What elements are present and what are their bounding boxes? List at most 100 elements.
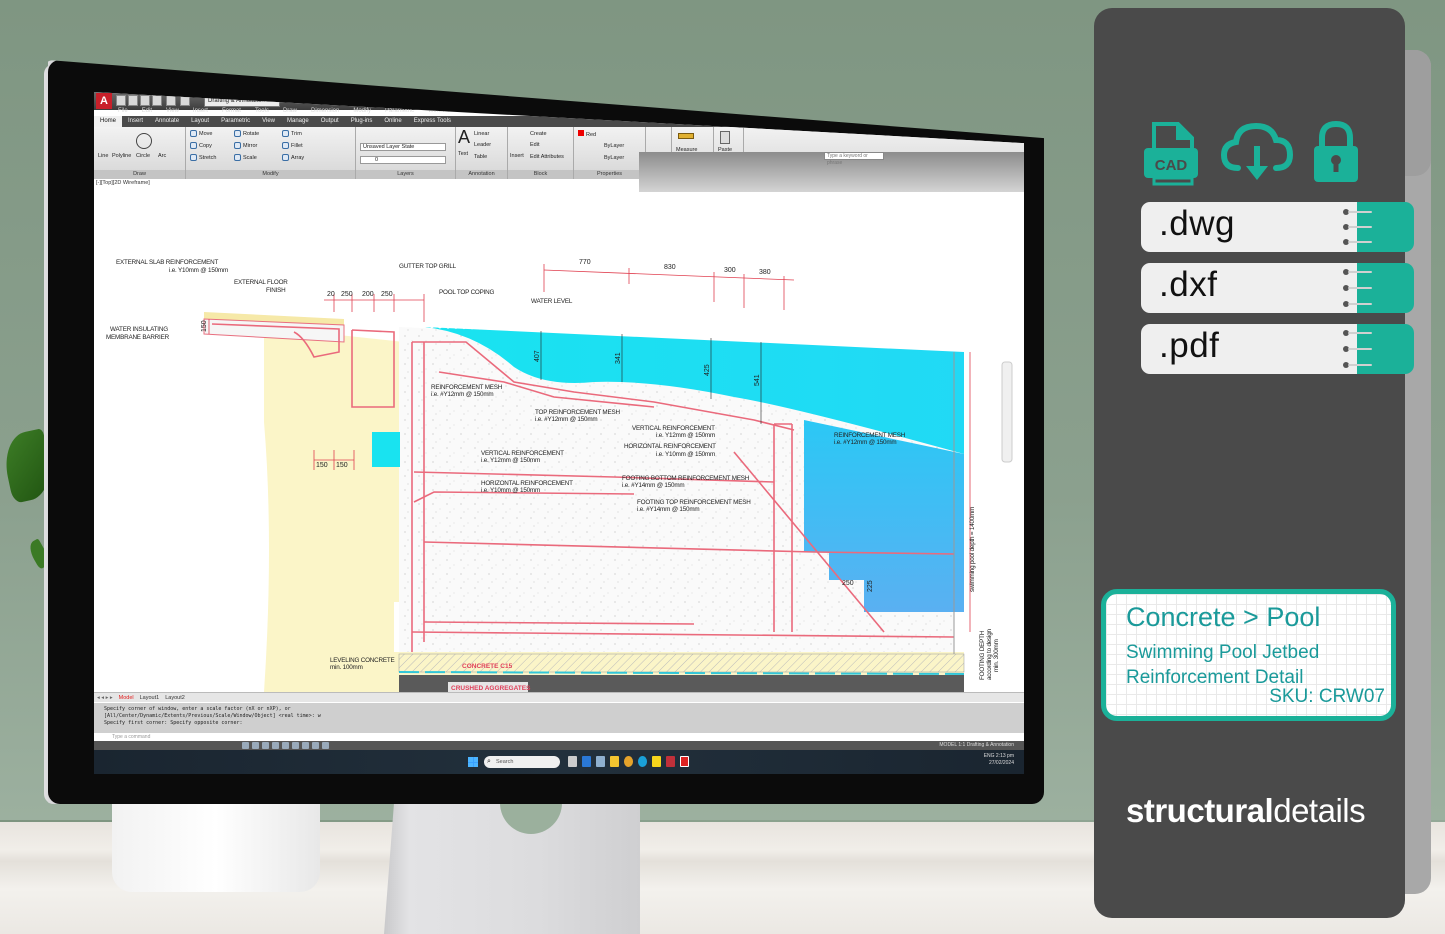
tool-text[interactable]: Text [458, 151, 468, 157]
label-mesh-spec: i.e. #Y12mm @ 150mm [431, 391, 493, 398]
panel-title[interactable]: Modify [186, 170, 355, 179]
tool-mirror[interactable]: Mirror [234, 142, 257, 149]
label-aggregates: CRUSHED AGGREGATES [451, 685, 531, 692]
ducs-icon[interactable] [302, 742, 309, 749]
panel-title[interactable]: Draw [94, 170, 185, 179]
new-icon[interactable] [116, 95, 126, 106]
tab-output[interactable]: Output [315, 116, 345, 127]
save-icon[interactable] [140, 95, 150, 106]
command-history-line: Specify first corner: Specify opposite c… [104, 720, 243, 726]
text-icon[interactable]: A [458, 127, 470, 148]
task-view-icon[interactable] [568, 756, 577, 767]
circle-icon[interactable] [136, 133, 152, 149]
file-explorer-icon[interactable] [610, 756, 619, 767]
edge-icon[interactable] [638, 756, 647, 767]
help-search-input[interactable]: Type a keyword or phrase [824, 152, 884, 166]
tab-plugins[interactable]: Plug-ins [345, 116, 379, 127]
paste-icon[interactable] [720, 131, 730, 144]
tool-rotate[interactable]: Rotate [234, 130, 259, 137]
sticky-notes-icon[interactable] [652, 756, 661, 767]
ortho-icon[interactable] [262, 742, 269, 749]
tab-layout[interactable]: Layout [185, 116, 215, 127]
language[interactable]: ENG [984, 753, 995, 759]
panel-title[interactable]: Properties [574, 170, 645, 179]
outlook-icon[interactable] [582, 756, 591, 767]
tool-copy[interactable]: Copy [190, 142, 212, 149]
tool-table[interactable]: Table [474, 154, 487, 160]
tool-edit[interactable]: Edit [530, 142, 539, 148]
tab-layout2[interactable]: Layout2 [165, 695, 185, 701]
mirror-icon [234, 142, 241, 149]
tab-home[interactable]: Home [94, 116, 123, 127]
tool-leader[interactable]: Leader [474, 142, 491, 148]
settings-icon[interactable] [596, 756, 605, 767]
brand-light: details [1273, 792, 1366, 829]
tool-insert[interactable]: Insert [510, 153, 524, 159]
model-button[interactable]: MODEL [939, 742, 957, 748]
save-as-icon[interactable] [152, 95, 162, 106]
autocad-taskbar-icon[interactable] [680, 756, 689, 767]
clock-time[interactable]: 2:13 pm [996, 753, 1014, 759]
chrome-icon[interactable] [624, 756, 633, 767]
lock-icon [1314, 120, 1358, 182]
acrobat-icon[interactable] [666, 756, 675, 767]
color-select[interactable]: Red [578, 130, 596, 138]
tool-linear[interactable]: Linear [474, 131, 489, 137]
workspace-switch[interactable]: Drafting & Annotation [967, 742, 1014, 748]
tab-express-tools[interactable]: Express Tools [408, 116, 457, 127]
layer-state-select[interactable]: Unsaved Layer State [360, 143, 446, 151]
tab-scroll-arrows[interactable]: ◂ ◂ ▸ ▸ [97, 695, 113, 701]
measure-icon[interactable] [678, 133, 694, 139]
autocad-logo-icon[interactable]: A [96, 93, 112, 109]
dyn-icon[interactable] [312, 742, 319, 749]
tool-trim[interactable]: Trim [282, 130, 302, 137]
panel-title[interactable]: Block [508, 170, 573, 179]
format-pdf[interactable]: .pdf [1141, 324, 1359, 374]
print-icon[interactable] [166, 95, 176, 106]
tab-layout1[interactable]: Layout1 [140, 695, 160, 701]
tool-polyline[interactable]: Polyline [112, 153, 131, 159]
snap-icon[interactable] [242, 742, 249, 749]
command-input[interactable]: Type a command [100, 733, 1024, 741]
windows-start-icon[interactable] [468, 757, 478, 767]
tab-online[interactable]: Online [378, 116, 407, 127]
taskbar-search[interactable]: Search [484, 756, 560, 768]
panel-title[interactable]: Annotation [456, 170, 507, 179]
clock-date[interactable]: 27/02/2024 [989, 760, 1014, 766]
annotation-scale[interactable]: 1:1 [958, 742, 965, 748]
osnap-icon[interactable] [282, 742, 289, 749]
viewport-label[interactable]: [-][Top][2D Wireframe] [96, 180, 150, 186]
array-icon [282, 154, 289, 161]
tool-create[interactable]: Create [530, 131, 547, 137]
panel-title[interactable]: Layers [356, 170, 455, 179]
tool-scale[interactable]: Scale [234, 154, 257, 161]
grid-icon[interactable] [252, 742, 259, 749]
format-dwg[interactable]: .dwg [1141, 202, 1359, 252]
tool-array[interactable]: Array [282, 154, 304, 161]
polar-icon[interactable] [272, 742, 279, 749]
tool-arc[interactable]: Arc [158, 153, 166, 159]
label-footing-2: according to design [986, 628, 993, 680]
tab-manage[interactable]: Manage [281, 116, 315, 127]
tool-edit-attributes[interactable]: Edit Attributes [530, 154, 564, 160]
linetype-select[interactable]: ByLayer [604, 143, 624, 149]
format-dxf[interactable]: .dxf [1141, 263, 1359, 313]
tab-view[interactable]: View [256, 116, 281, 127]
tab-annotate[interactable]: Annotate [149, 116, 185, 127]
tab-insert[interactable]: Insert [122, 116, 149, 127]
tab-model[interactable]: Model [119, 695, 134, 701]
label-ext-slab: EXTERNAL SLAB REINFORCEMENT [116, 259, 218, 266]
tool-line[interactable]: Line [98, 153, 108, 159]
tab-parametric[interactable]: Parametric [215, 116, 256, 127]
tool-stretch[interactable]: Stretch [190, 154, 216, 161]
tool-circle[interactable]: Circle [136, 153, 150, 159]
open-icon[interactable] [128, 95, 138, 106]
otrack-icon[interactable] [292, 742, 299, 749]
lwt-icon[interactable] [322, 742, 329, 749]
layer-select[interactable]: 0 [360, 156, 446, 164]
drawing-canvas[interactable]: 20 250 200 250 150 150 150 770 830 300 3… [94, 192, 1024, 692]
navigation-bar[interactable] [1001, 361, 1013, 463]
tool-move[interactable]: Move [190, 130, 212, 137]
lineweight-select[interactable]: ByLayer [604, 155, 624, 161]
tool-fillet[interactable]: Fillet [282, 142, 303, 149]
